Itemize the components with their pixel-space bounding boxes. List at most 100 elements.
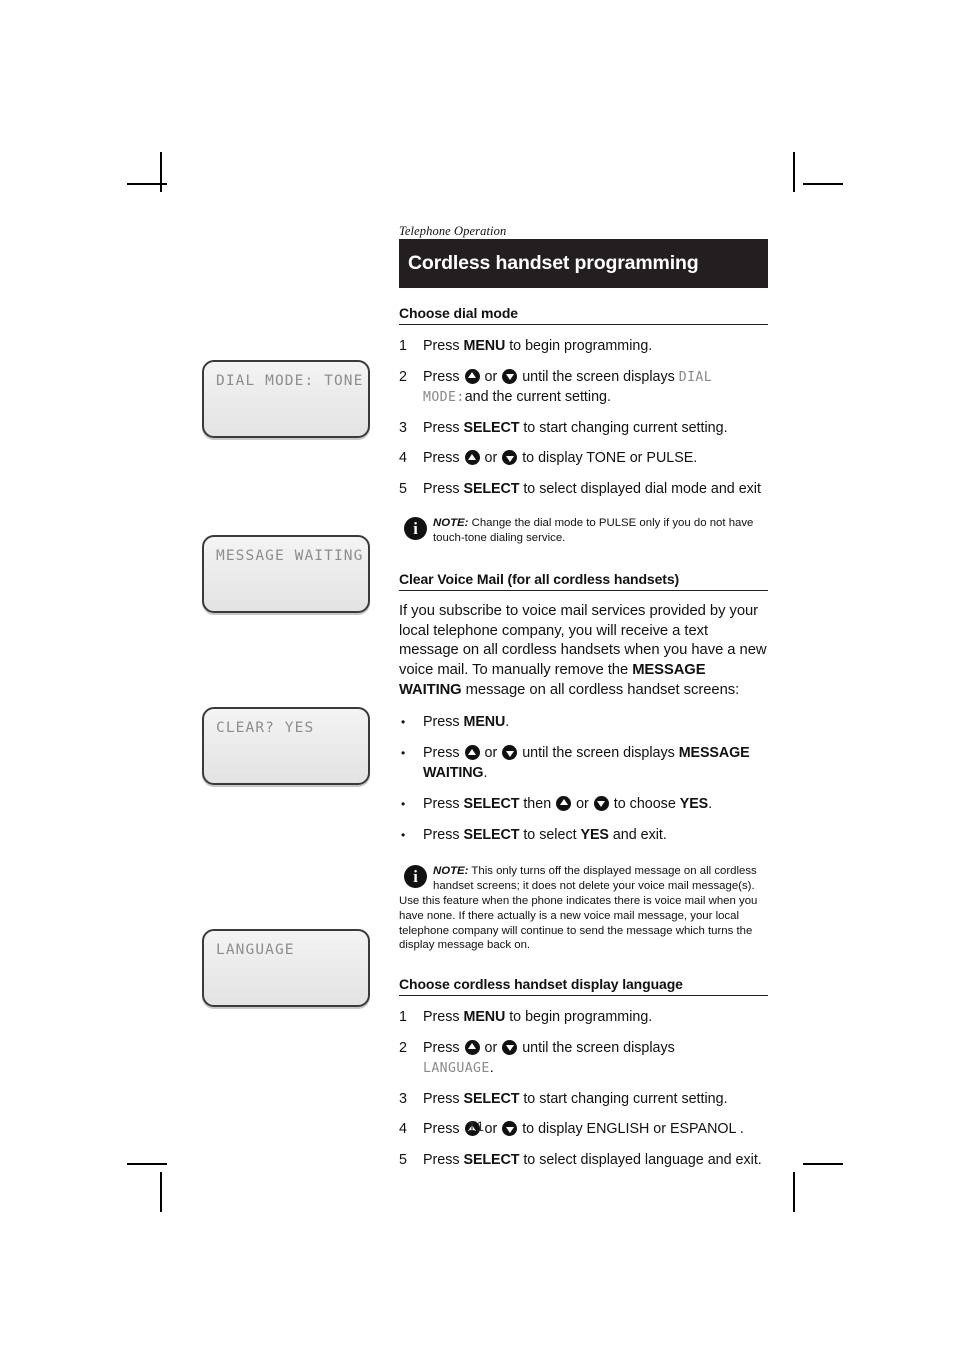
step-text-pre: Press <box>423 1152 464 1169</box>
step-number: 1 <box>399 338 407 354</box>
bullet-text-post: to select <box>519 826 581 843</box>
up-arrow-key-icon <box>464 450 480 466</box>
step-key-label: SELECT <box>463 1090 520 1107</box>
step-text-pre: Press <box>423 1090 464 1107</box>
connector-or: or <box>484 745 498 761</box>
step-text-pre: Press <box>423 481 464 498</box>
main-text-column: Choose dial mode 1 Press MENU to begin p… <box>399 305 768 1171</box>
step-number: 2 <box>399 1039 407 1056</box>
step-text-pre: Press <box>423 1009 464 1026</box>
step-text-post: to start changing current setting. <box>519 419 728 436</box>
step-text-post: to display TONE or PULSE. <box>518 450 698 467</box>
note-label: NOTE: <box>433 517 469 530</box>
bullet-text-post: until the screen displays <box>518 745 679 761</box>
lcd-screen-message-waiting: MESSAGE WAITING <box>202 535 370 613</box>
bullet-text-tail: . <box>483 764 488 781</box>
page-canvas: Telephone Operation Cordless handset pro… <box>0 0 954 1351</box>
step-lcd-text: LANGUAGE <box>423 1060 490 1076</box>
crop-mark-bottom-left-horizontal <box>127 1163 167 1165</box>
step-text-pre: Press <box>423 450 464 467</box>
step-item: 1 Press MENU to begin programming. <box>399 337 768 357</box>
bullet-key-label: SELECT <box>463 795 520 812</box>
bullet-text-tail: . <box>708 795 713 812</box>
note-body: This only turns off the displayed messag… <box>399 865 758 952</box>
bullet-glyph: • <box>401 715 406 730</box>
step-text-post: to begin programming. <box>505 1009 653 1026</box>
bullet-text-pre: Press <box>423 745 464 761</box>
paragraph-text-1: If you subscribe to voice mail services … <box>399 602 767 679</box>
up-arrow-key-icon <box>464 1039 480 1055</box>
note-body: Change the dial mode to PULSE only if yo… <box>433 517 754 544</box>
note-clear-voice-mail: NOTE: This only turns off the displayed … <box>399 864 768 953</box>
chapter-title: Cordless handset programming <box>408 252 699 274</box>
bullet-text-pre: Press <box>423 714 464 731</box>
step-item: 2 Press or until the screen displays DIA… <box>399 368 768 408</box>
step-text-pre: Press <box>423 419 464 436</box>
step-text-tail: . <box>489 1059 494 1076</box>
step-item: 2 Press or until the screen displays LAN… <box>399 1039 768 1079</box>
lcd-text-dial-mode: DIAL MODE: TONE <box>216 373 364 389</box>
bullet-glyph: • <box>401 796 406 811</box>
lcd-text-language: LANGUAGE <box>216 942 295 958</box>
paragraph-clear-voice-mail: If you subscribe to voice mail services … <box>399 602 768 701</box>
step-key-label: SELECT <box>463 1152 520 1169</box>
section-heading-dial-mode: Choose dial mode <box>399 305 768 325</box>
running-head: Telephone Operation <box>399 224 507 238</box>
bullet-choice-label: YES <box>580 826 609 843</box>
step-item: 5 Press SELECT to select displayed dial … <box>399 480 768 500</box>
down-arrow-key-icon <box>593 795 609 811</box>
step-item: 3 Press SELECT to start changing current… <box>399 419 768 439</box>
note-dial-mode: NOTE: Change the dial mode to PULSE only… <box>399 516 768 546</box>
bullet-text-mid: then <box>519 795 556 812</box>
lcd-text-clear-yes: CLEAR? YES <box>216 720 315 736</box>
list-item: • Press MENU. <box>399 713 768 733</box>
down-arrow-key-icon <box>502 745 518 760</box>
info-icon <box>404 517 427 541</box>
list-item: • Press SELECT then or to choose YES. <box>399 795 768 815</box>
steps-dial-mode: 1 Press MENU to begin programming. 2 Pre… <box>399 337 768 500</box>
step-text-pre: Press <box>423 368 464 385</box>
step-text-post: to select displayed dial mode and exit <box>519 481 761 498</box>
bullet-text-pre: Press <box>423 795 464 812</box>
bullet-text-post: . <box>505 714 510 731</box>
bullets-clear-voice-mail: • Press MENU. • Press or until the scree… <box>399 713 768 845</box>
step-number: 3 <box>399 419 407 436</box>
crop-mark-bottom-right-vertical <box>793 1172 795 1212</box>
step-item: 5 Press SELECT to select displayed langu… <box>399 1151 768 1171</box>
note-label: NOTE: <box>433 865 469 878</box>
paragraph-text-2: message on all cordless handset screens: <box>461 682 740 699</box>
bullet-choice-label: YES <box>679 795 709 812</box>
lcd-screen-dial-mode: DIAL MODE: TONE <box>202 360 370 438</box>
step-number: 2 <box>399 368 407 385</box>
step-key-label: SELECT <box>463 481 520 498</box>
lcd-screen-language: LANGUAGE <box>202 929 370 1007</box>
list-item: • Press or until the screen displays MES… <box>399 744 768 784</box>
up-arrow-key-icon <box>464 745 480 760</box>
step-text-post: to begin programming. <box>505 338 653 354</box>
crop-mark-top-right-horizontal <box>803 183 843 185</box>
bullet-key-label: MENU <box>463 714 506 731</box>
step-text-tail: and the current setting. <box>464 388 611 405</box>
up-arrow-key-icon <box>556 795 572 811</box>
bullet-key-label: SELECT <box>463 826 520 843</box>
step-text-post: to start changing current setting. <box>519 1090 728 1107</box>
bullet-text-post: to choose <box>609 795 680 812</box>
step-number: 1 <box>399 1009 407 1026</box>
step-text-post: to select displayed language and exit. <box>519 1152 762 1169</box>
step-item: 1 Press MENU to begin programming. <box>399 1008 768 1028</box>
up-arrow-key-icon <box>464 368 480 384</box>
down-arrow-key-icon <box>502 368 518 384</box>
step-text-pre: Press <box>423 338 464 354</box>
step-item: 3 Press SELECT to start changing current… <box>399 1090 768 1110</box>
step-number: 3 <box>399 1090 407 1107</box>
crop-mark-bottom-left-vertical <box>160 1172 162 1212</box>
crop-mark-bottom-right-horizontal <box>803 1163 843 1165</box>
bullet-glyph: • <box>401 746 406 760</box>
connector-or: or <box>576 795 589 812</box>
section-heading-display-language: Choose cordless handset display language <box>399 976 768 997</box>
info-icon <box>404 865 427 889</box>
connector-or: or <box>484 450 498 467</box>
step-number: 5 <box>399 481 407 498</box>
step-text-pre: Press <box>423 1039 464 1056</box>
section-heading-clear-voice-mail: Clear Voice Mail (for all cordless hands… <box>399 571 768 591</box>
